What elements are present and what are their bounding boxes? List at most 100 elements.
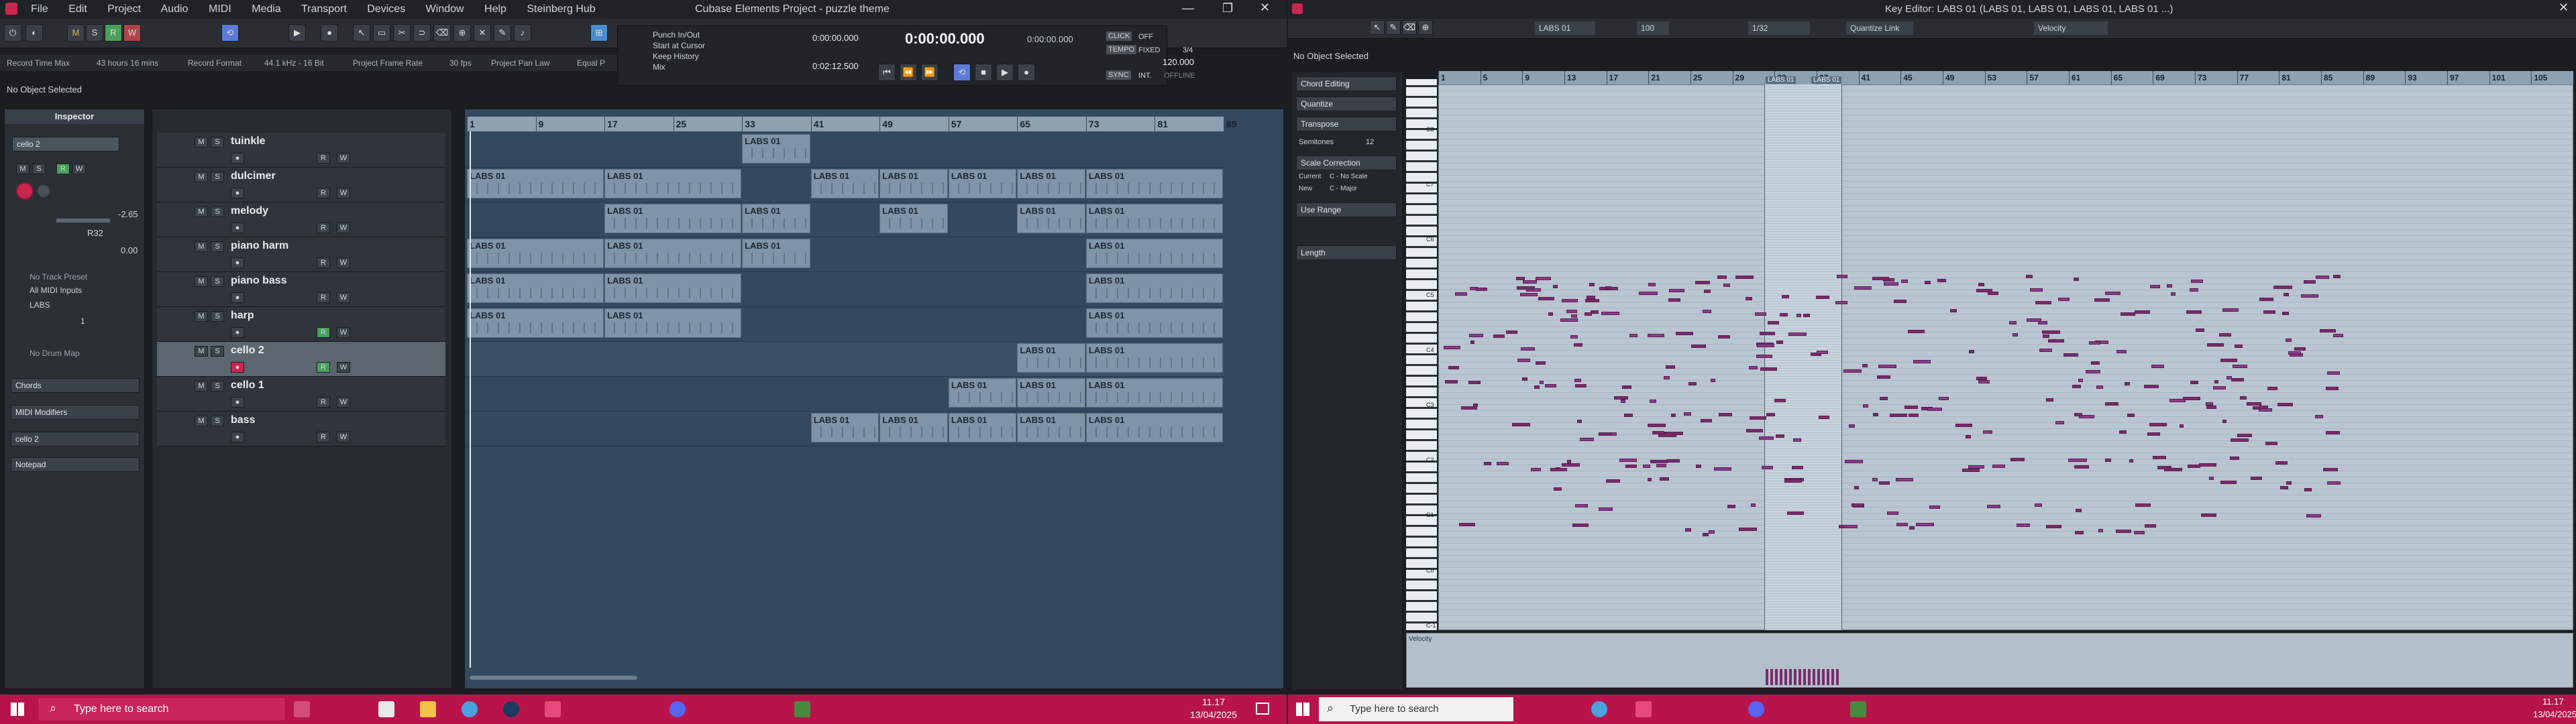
track-header[interactable]: melody M S R W ●: [157, 202, 445, 237]
solo-button[interactable]: S: [211, 346, 224, 357]
midi-note[interactable]: [1505, 330, 1517, 334]
midi-note[interactable]: [1614, 396, 1628, 400]
midi-note[interactable]: [1671, 414, 1676, 417]
midi-note[interactable]: [1562, 299, 1578, 302]
mute-button[interactable]: M: [195, 172, 208, 182]
track-name[interactable]: piano bass: [231, 275, 287, 287]
track-lane[interactable]: [467, 133, 1224, 168]
midi-note[interactable]: [1854, 286, 1872, 290]
midi-note[interactable]: [1691, 345, 1707, 348]
right-locator[interactable]: 0:02:12.500: [812, 61, 859, 71]
stop-icon[interactable]: ■: [975, 64, 992, 81]
midi-note[interactable]: [1647, 424, 1666, 427]
midi-note[interactable]: [2149, 423, 2167, 426]
midi-note[interactable]: [1909, 414, 1919, 417]
midi-note[interactable]: [1684, 412, 1692, 416]
close-icon[interactable]: ✕: [2559, 1, 2569, 15]
start-icon[interactable]: ▶: [996, 64, 1014, 81]
read-automation-button[interactable]: R: [56, 164, 70, 174]
midi-note[interactable]: [1571, 314, 1578, 318]
midi-part[interactable]: LABS 01: [1085, 169, 1223, 198]
midi-note[interactable]: [2115, 530, 2131, 533]
keep-history[interactable]: Keep History: [653, 52, 699, 61]
midi-note[interactable]: [1647, 334, 1665, 337]
record-enable-button[interactable]: ●: [231, 223, 244, 233]
midi-note[interactable]: [1916, 523, 1934, 526]
midi-note[interactable]: [1862, 404, 1869, 408]
midi-note[interactable]: [2149, 285, 2161, 288]
velocity-bar[interactable]: [1784, 669, 1787, 685]
midi-note[interactable]: [1656, 464, 1666, 467]
midi-note[interactable]: [1924, 281, 1931, 284]
midi-note[interactable]: [2134, 310, 2150, 314]
midi-note[interactable]: [2229, 457, 2239, 460]
midi-note[interactable]: [1522, 377, 1528, 381]
midi-note[interactable]: [1843, 525, 1858, 528]
controller-lane-select[interactable]: Velocity: [2034, 21, 2108, 35]
midi-note[interactable]: [1455, 292, 1467, 296]
quantize-link[interactable]: Quantize Link: [1846, 21, 1913, 35]
midi-note[interactable]: [2183, 397, 2200, 400]
midi-note[interactable]: [1816, 296, 1830, 299]
midi-part[interactable]: LABS 01: [810, 169, 879, 198]
track-header[interactable]: harp M S R W ●: [157, 307, 445, 342]
snap-button[interactable]: ⊞: [590, 24, 608, 42]
tempo-value[interactable]: 120.000: [1163, 57, 1194, 67]
midi-note[interactable]: [1939, 397, 1949, 400]
midi-note[interactable]: [1793, 438, 1802, 442]
part-selector[interactable]: LABS 01: [1535, 21, 1595, 35]
midi-note[interactable]: [1887, 511, 1898, 515]
midi-note[interactable]: [2030, 288, 2043, 292]
midi-note[interactable]: [1517, 359, 1531, 362]
midi-note[interactable]: [2074, 413, 2082, 416]
menu-audio[interactable]: Audio: [161, 3, 189, 15]
midi-note[interactable]: [1459, 523, 1476, 526]
midi-note[interactable]: [1619, 459, 1637, 462]
midi-note[interactable]: [1647, 478, 1652, 481]
clock-time[interactable]: 11.17: [1202, 697, 1225, 707]
midi-part[interactable]: LABS 01: [604, 274, 742, 303]
midi-note[interactable]: [2333, 275, 2341, 278]
midi-note[interactable]: [2237, 434, 2252, 437]
record-enable-button[interactable]: ●: [231, 292, 244, 303]
track-header[interactable]: cello 1 M S R W ●: [157, 377, 445, 412]
midi-note[interactable]: [1978, 283, 1985, 286]
record-transport-icon[interactable]: ●: [1018, 64, 1035, 81]
velocity-bar[interactable]: [1827, 669, 1829, 685]
midi-note[interactable]: [1650, 460, 1668, 463]
midi-note[interactable]: [2315, 415, 2323, 418]
midi-note[interactable]: [1668, 298, 1681, 302]
midi-note[interactable]: [1695, 281, 1711, 284]
midi-note[interactable]: [2042, 335, 2050, 338]
midi-note[interactable]: [1703, 290, 1711, 293]
midi-note[interactable]: [1621, 400, 1625, 403]
midi-note[interactable]: [1854, 486, 1860, 489]
track-name[interactable]: dulcimer: [231, 170, 276, 182]
midi-note[interactable]: [1878, 481, 1890, 485]
midi-note[interactable]: [1904, 406, 1919, 409]
midi-note[interactable]: [1791, 466, 1803, 469]
solo-button[interactable]: S: [211, 241, 224, 252]
chrome-icon[interactable]: [1591, 701, 1607, 717]
midi-note[interactable]: [1675, 332, 1693, 335]
midi-note[interactable]: [2191, 280, 2203, 283]
midi-note[interactable]: [1719, 413, 1732, 416]
notification-icon[interactable]: [1256, 703, 1269, 715]
midi-note[interactable]: [1553, 285, 1558, 288]
read-automation-button[interactable]: R: [317, 292, 330, 303]
midi-note[interactable]: [1573, 343, 1582, 347]
read-automation-button[interactable]: R: [317, 223, 330, 233]
read-automation-button[interactable]: R: [317, 257, 330, 268]
midi-note[interactable]: [1554, 487, 1562, 491]
midi-note[interactable]: [1476, 288, 1488, 291]
velocity-bar[interactable]: [1780, 669, 1782, 685]
velocity-bar[interactable]: [1794, 669, 1796, 685]
solo-button[interactable]: S: [211, 311, 224, 322]
midi-note[interactable]: [1545, 384, 1557, 387]
midi-note[interactable]: [1483, 462, 1492, 465]
play-icon[interactable]: ▶: [288, 24, 306, 42]
solo-button[interactable]: S: [211, 416, 224, 426]
midi-note[interactable]: [2190, 381, 2198, 384]
midi-note[interactable]: [1746, 429, 1763, 432]
menu-media[interactable]: Media: [252, 3, 281, 15]
